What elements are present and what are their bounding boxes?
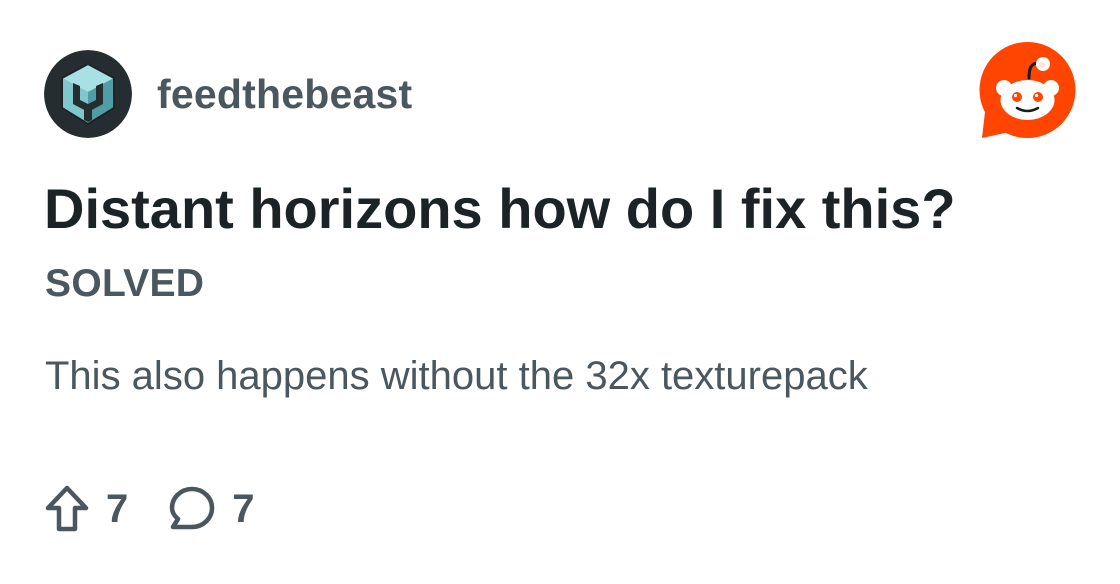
post-share-card: feedthebeast Distant horizons how do I f… — [0, 0, 1120, 584]
ftb-logo-icon[interactable] — [44, 50, 132, 138]
upvote-arrow-icon[interactable] — [44, 484, 90, 534]
post-title[interactable]: Distant horizons how do I fix this? — [44, 176, 956, 241]
post-flair: SOLVED — [45, 262, 205, 305]
reddit-logo-icon — [979, 42, 1076, 138]
post-header: feedthebeast — [44, 50, 412, 138]
comment-stat[interactable]: 7 — [168, 485, 255, 533]
upvote-stat[interactable]: 7 — [44, 484, 128, 534]
comment-count: 7 — [232, 486, 255, 531]
post-body: This also happens without the 32x textur… — [45, 354, 868, 398]
post-stats: 7 7 — [44, 484, 255, 534]
subreddit-name[interactable]: feedthebeast — [157, 71, 412, 118]
upvote-count: 7 — [106, 486, 129, 531]
comment-bubble-icon[interactable] — [168, 485, 216, 533]
